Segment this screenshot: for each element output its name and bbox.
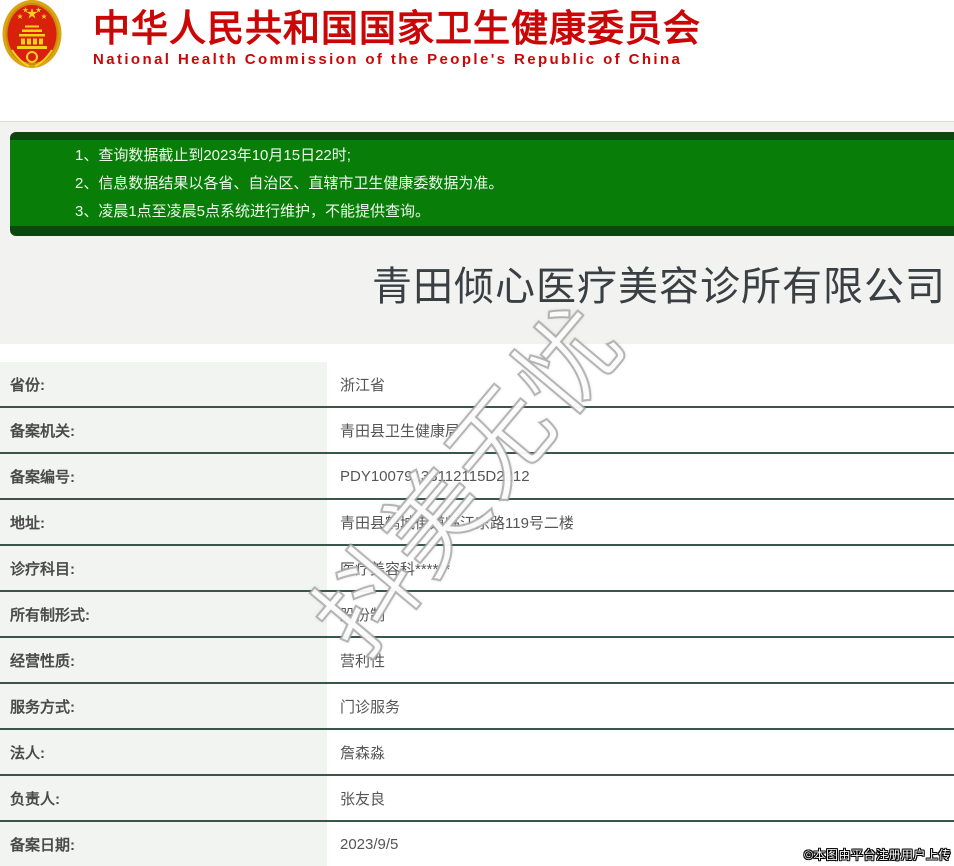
content-band: 1、查询数据截止到2023年10月15日22时; 2、信息数据结果以各省、自治区… <box>0 122 954 344</box>
record-table: 省份: 浙江省 备案机关: 青田县卫生健康局 备案编号: PDY10079133… <box>0 362 954 866</box>
field-label: 省份: <box>0 362 327 406</box>
table-row-ownership: 所有制形式: 股份制 <box>0 592 954 638</box>
table-row-legal-person: 法人: 詹森淼 <box>0 730 954 776</box>
table-row-person-in-charge: 负责人: 张友良 <box>0 776 954 822</box>
notice-line-1: 1、查询数据截止到2023年10月15日22时; <box>75 147 351 164</box>
field-value: 青田县卫生健康局 <box>327 408 954 452</box>
field-value: 青田县鹤城街道临江东路119号二楼 <box>327 500 954 544</box>
site-header: 中华人民共和国国家卫生健康委员会 National Health Commiss… <box>0 0 954 70</box>
site-title-cn: 中华人民共和国国家卫生健康委员会 <box>93 8 701 49</box>
image-attribution: ©本图由平台注册用户上传 <box>804 848 951 862</box>
field-label: 备案机关: <box>0 408 327 452</box>
field-value: 张友良 <box>327 776 954 820</box>
field-label: 服务方式: <box>0 684 327 728</box>
field-value: 股份制 <box>327 592 954 636</box>
table-row-province: 省份: 浙江省 <box>0 362 954 408</box>
field-value: PDY10079133112115D2212 <box>327 454 954 498</box>
nhc-query-result-page: 中华人民共和国国家卫生健康委员会 National Health Commiss… <box>0 0 954 866</box>
table-row-medical-subjects: 诊疗科目: 医疗美容科****** <box>0 546 954 592</box>
field-value: 医疗美容科****** <box>327 546 954 590</box>
field-label: 负责人: <box>0 776 327 820</box>
table-row-service-mode: 服务方式: 门诊服务 <box>0 684 954 730</box>
prc-national-emblem-icon <box>2 0 62 70</box>
table-row-filing-authority: 备案机关: 青田县卫生健康局 <box>0 408 954 454</box>
notice-box: 1、查询数据截止到2023年10月15日22时; 2、信息数据结果以各省、自治区… <box>10 132 954 236</box>
site-title-en: National Health Commission of the People… <box>93 51 683 68</box>
field-label: 诊疗科目: <box>0 546 327 590</box>
notice-line-2: 2、信息数据结果以各省、自治区、直辖市卫生健康委数据为准。 <box>75 175 504 192</box>
field-value: 浙江省 <box>327 362 954 406</box>
table-row-business-nature: 经营性质: 营利性 <box>0 638 954 684</box>
header-spacer <box>0 70 954 121</box>
field-value: 营利性 <box>327 638 954 682</box>
notice-line-3: 3、凌晨1点至凌晨5点系统进行维护，不能提供查询。 <box>75 203 431 220</box>
field-label: 经营性质: <box>0 638 327 682</box>
field-value: 门诊服务 <box>327 684 954 728</box>
field-label: 所有制形式: <box>0 592 327 636</box>
table-row-address: 地址: 青田县鹤城街道临江东路119号二楼 <box>0 500 954 546</box>
field-label: 地址: <box>0 500 327 544</box>
field-label: 法人: <box>0 730 327 774</box>
site-titles: 中华人民共和国国家卫生健康委员会 National Health Commiss… <box>93 0 954 68</box>
field-label: 备案日期: <box>0 822 327 866</box>
organization-title: 青田倾心医疗美容诊所有限公司 <box>372 265 946 309</box>
field-label: 备案编号: <box>0 454 327 498</box>
table-row-filing-number: 备案编号: PDY10079133112115D2212 <box>0 454 954 500</box>
field-value: 詹森淼 <box>327 730 954 774</box>
